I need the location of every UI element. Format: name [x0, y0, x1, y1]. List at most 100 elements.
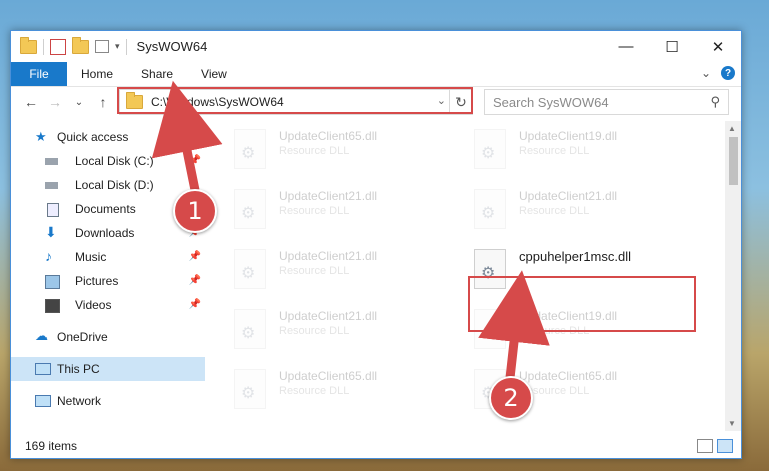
drive-icon [45, 158, 58, 165]
file-item[interactable]: UpdateClient21.dll Resource DLL [219, 241, 444, 295]
close-button[interactable]: ✕ [695, 31, 741, 62]
tab-share[interactable]: Share [127, 62, 187, 86]
file-name: UpdateClient21.dll [279, 249, 378, 263]
scroll-up-icon[interactable]: ▲ [728, 124, 736, 133]
ribbon-controls: ⌄ ? [701, 66, 735, 80]
sidebar-item-videos[interactable]: Videos 📌 [11, 293, 205, 317]
view-switcher [697, 439, 733, 453]
sidebar-item-label: Downloads [75, 226, 135, 240]
sidebar-item-label: Pictures [75, 274, 119, 288]
sidebar-item-pictures[interactable]: Pictures 📌 [11, 269, 205, 293]
file-item[interactable]: UpdateClient19.dll Resource DLL [459, 121, 684, 175]
drive-icon [45, 182, 58, 189]
qat-dropdown-icon[interactable]: ▾ [115, 41, 120, 52]
file-item[interactable]: UpdateClient65.dll Resource DLL [219, 361, 444, 415]
sidebar-item-label: Documents [75, 202, 136, 216]
sidebar-item-this-pc[interactable]: This PC [11, 357, 205, 381]
new-folder-icon[interactable] [72, 36, 89, 54]
dll-file-icon [234, 189, 266, 229]
tab-view[interactable]: View [187, 62, 241, 86]
explorer-window: ▾ SysWOW64 — ☐ ✕ File Home Share View ⌄ … [10, 30, 742, 459]
sidebar-item-music[interactable]: ♪ Music 📌 [11, 245, 205, 269]
ribbon-tabs: File Home Share View ⌄ ? [11, 62, 741, 87]
star-icon: ★ [35, 129, 47, 144]
network-icon [35, 395, 51, 407]
file-type: Resource DLL [279, 325, 350, 337]
window-title: SysWOW64 [136, 39, 208, 54]
file-type: Resource DLL [519, 205, 590, 217]
separator [43, 38, 44, 55]
file-name: UpdateClient65.dll [279, 129, 378, 143]
sidebar-item-label: This PC [57, 362, 100, 376]
pin-icon[interactable]: 📌 [189, 299, 201, 310]
forward-button[interactable]: → [43, 94, 67, 110]
step-2-badge: 2 [489, 376, 533, 420]
pin-icon[interactable]: 📌 [189, 251, 201, 262]
maximize-button[interactable]: ☐ [649, 31, 695, 62]
vertical-scrollbar[interactable]: ▲ ▼ [725, 121, 741, 431]
navigation-pane: ★ Quick access Local Disk (C:) 📌 Local D… [11, 125, 205, 425]
details-view-icon[interactable] [697, 439, 713, 453]
sidebar-item-label: Music [75, 250, 107, 264]
file-name: UpdateClient65.dll [519, 369, 618, 383]
pin-icon[interactable]: 📌 [189, 155, 201, 166]
sidebar-item-downloads[interactable]: ⬇ Downloads 📌 [11, 221, 205, 245]
pin-icon[interactable]: 📌 [189, 275, 201, 286]
large-icons-view-icon[interactable] [717, 439, 733, 453]
music-icon: ♪ [45, 248, 52, 264]
sidebar-item-quick-access[interactable]: ★ Quick access [11, 125, 205, 149]
download-icon: ⬇ [45, 224, 57, 240]
file-type: Resource DLL [279, 385, 350, 397]
dll-file-icon [474, 189, 506, 229]
tab-home[interactable]: Home [67, 62, 127, 86]
file-name: UpdateClient19.dll [519, 129, 618, 143]
documents-icon [47, 203, 59, 217]
layout-icon[interactable] [95, 40, 109, 53]
tab-file[interactable]: File [11, 62, 67, 86]
minimize-button[interactable]: — [603, 31, 649, 62]
file-item[interactable]: UpdateClient21.dll Resource DLL [219, 301, 444, 355]
search-box[interactable]: Search SysWOW64 ⚲ [484, 89, 729, 115]
pictures-icon [45, 275, 60, 289]
sidebar-item-local-disk-c[interactable]: Local Disk (C:) 📌 [11, 149, 205, 173]
sidebar-item-onedrive[interactable]: ☁ OneDrive [11, 325, 205, 349]
separator [125, 38, 127, 55]
file-list: UpdateClient65.dll Resource DLL UpdateCl… [219, 121, 719, 426]
back-button[interactable]: ← [19, 94, 43, 110]
address-highlight-box [117, 87, 473, 114]
recent-locations-button[interactable]: ⌄ [67, 97, 91, 108]
file-type: Resource DLL [279, 145, 350, 157]
status-bar: 169 items [11, 434, 741, 458]
file-item[interactable]: UpdateClient65.dll Resource DLL [219, 121, 444, 175]
window-controls: — ☐ ✕ [603, 31, 741, 62]
cloud-icon: ☁ [35, 328, 48, 343]
file-item[interactable]: UpdateClient21.dll Resource DLL [219, 181, 444, 235]
properties-icon[interactable] [50, 38, 66, 55]
item-count: 169 items [25, 439, 78, 453]
file-name: UpdateClient21.dll [279, 309, 378, 323]
sidebar-item-label: Local Disk (C:) [75, 154, 154, 168]
videos-icon [45, 299, 60, 313]
dll-file-icon [234, 129, 266, 169]
sidebar-item-local-disk-d[interactable]: Local Disk (D:) [11, 173, 205, 197]
expand-ribbon-icon[interactable]: ⌄ [701, 66, 711, 80]
sidebar-item-label: Network [57, 394, 102, 408]
file-item[interactable]: UpdateClient21.dll Resource DLL [459, 181, 684, 235]
help-icon[interactable]: ? [721, 66, 735, 80]
sidebar-item-label: OneDrive [57, 330, 108, 344]
scroll-down-icon[interactable]: ▼ [728, 419, 736, 428]
sidebar-item-label: Local Disk (D:) [75, 178, 154, 192]
dll-file-icon [234, 309, 266, 349]
search-input[interactable]: Search SysWOW64 [493, 95, 609, 110]
up-button[interactable]: ↑ [91, 94, 115, 110]
search-icon[interactable]: ⚲ [710, 94, 720, 110]
scroll-thumb[interactable] [729, 137, 738, 185]
dll-file-icon [474, 129, 506, 169]
file-name: cppuhelper1msc.dll [519, 249, 632, 264]
sidebar-item-label: Quick access [57, 130, 129, 144]
sidebar-item-network[interactable]: Network [11, 389, 205, 413]
sidebar-item-label: Videos [75, 298, 112, 312]
